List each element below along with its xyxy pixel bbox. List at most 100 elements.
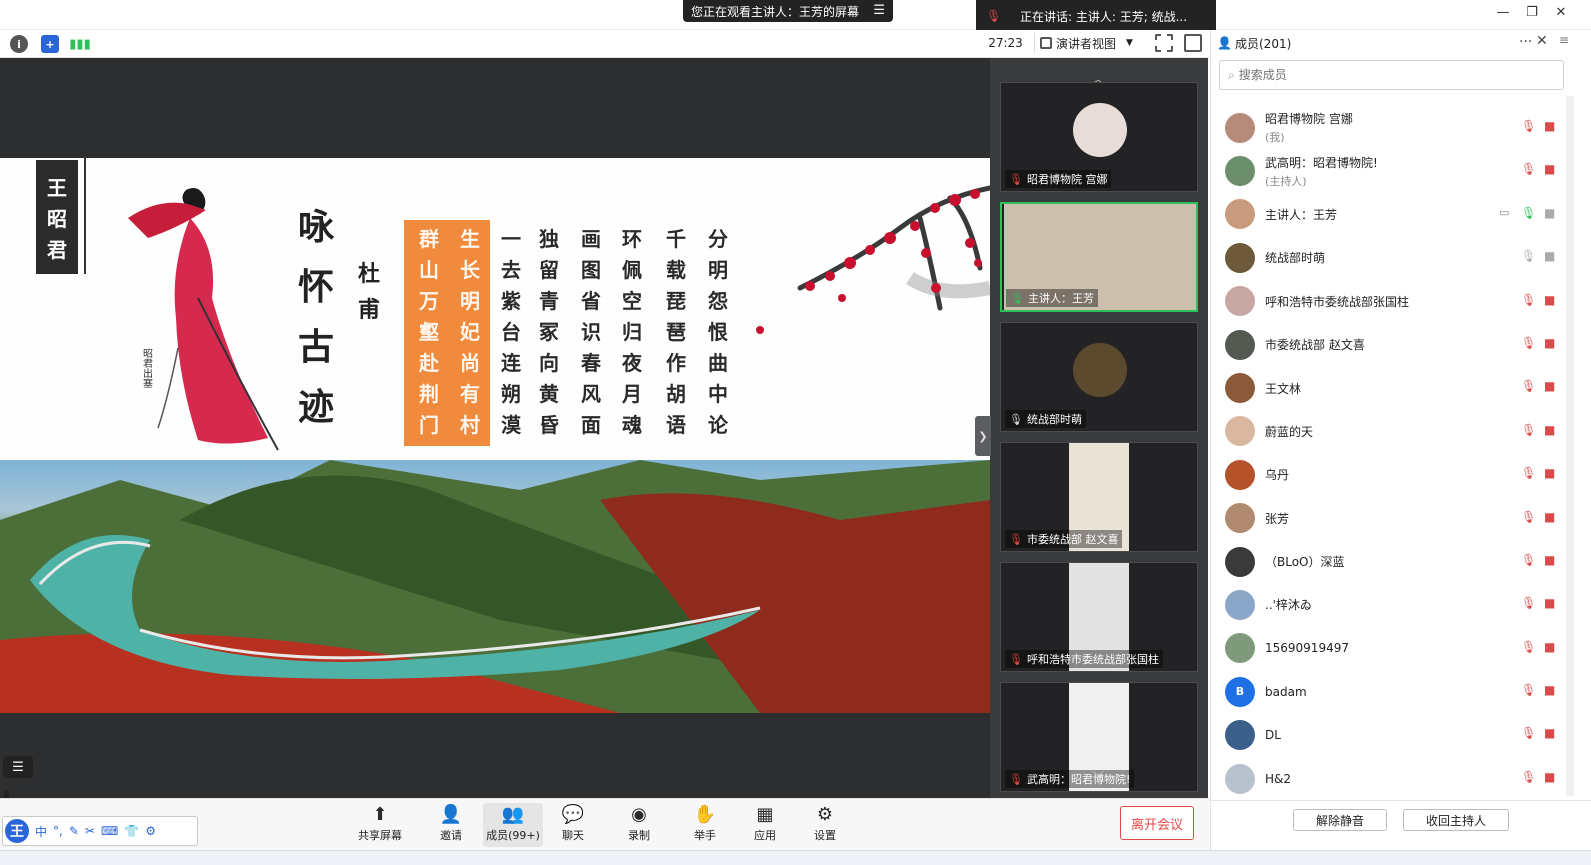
member-row[interactable]: 张芳 🎙 ■ <box>1211 497 1566 540</box>
mic-muted-icon[interactable]: 🎙 <box>1521 726 1536 740</box>
side-menu-icon[interactable]: ≡ <box>1559 33 1569 47</box>
mic-muted-icon[interactable]: 🎙 <box>1521 510 1536 524</box>
mic-muted-icon[interactable]: 🎙 <box>1521 683 1536 697</box>
member-row[interactable]: 市委统战部 赵文喜 🎙 ■ <box>1211 323 1566 366</box>
video-tile[interactable]: 🎙 统战部时萌 <box>1000 322 1198 432</box>
member-row[interactable]: 呼和浩特市委统战部张国柱 🎙 ■ <box>1211 280 1566 323</box>
member-name: 呼和浩特市委统战部张国柱 <box>1265 294 1410 309</box>
member-row[interactable]: （BLoO）深蓝 🎙 ■ <box>1211 540 1566 583</box>
raise-hand-button[interactable]: ✋ 举手 <box>675 803 735 847</box>
share-screen-button[interactable]: ⬆ 共享屏幕 <box>350 803 410 847</box>
video-tile[interactable]: 🎙 主讲人：王芳 <box>1000 202 1198 312</box>
member-row[interactable]: DL 🎙 ■ <box>1211 713 1566 756</box>
member-row[interactable]: Bbadam 🎙 ■ <box>1211 670 1566 713</box>
member-row[interactable]: 蔚蓝的天 🎙 ■ <box>1211 410 1566 453</box>
fullscreen-icon[interactable] <box>1155 34 1173 52</box>
layout-toggle-icon[interactable] <box>1184 34 1202 52</box>
settings-button[interactable]: ⚙ 设置 <box>795 803 855 847</box>
menu-icon[interactable]: ☰ <box>873 3 885 18</box>
camera-off-icon[interactable]: ■ <box>1544 726 1555 740</box>
more-options-icon[interactable]: ··· <box>1519 34 1532 50</box>
collapse-panel-handle[interactable]: ❯ <box>975 416 991 456</box>
leave-meeting-button[interactable]: 离开会议 <box>1120 806 1194 840</box>
keyboard-icon[interactable]: ⌨ <box>101 824 118 838</box>
camera-off-icon[interactable]: ■ <box>1544 162 1555 176</box>
member-search-input[interactable] <box>1238 68 1539 82</box>
camera-off-icon[interactable]: ■ <box>1544 336 1555 350</box>
view-mode-select[interactable]: 演讲者视图 ▼ <box>1040 33 1133 53</box>
camera-off-icon[interactable]: ■ <box>1544 119 1555 133</box>
member-row[interactable]: 王文林 🎙 ■ <box>1211 366 1566 409</box>
mic-muted-icon[interactable]: 🎙 <box>1521 466 1536 480</box>
mic-muted-icon[interactable]: 🎙 <box>1521 596 1536 610</box>
scissors-icon[interactable]: ✂ <box>85 824 95 838</box>
member-row[interactable]: 主讲人：王芳 ▭ 🎙 ■ <box>1211 193 1566 236</box>
list-toggle-icon[interactable]: ☰ <box>3 756 33 778</box>
mic-icon[interactable]: 🎙 <box>1521 206 1536 220</box>
members-button[interactable]: 👥 成员(99+) <box>483 803 543 847</box>
member-list-scrollbar[interactable] <box>1566 96 1574 796</box>
mic-muted-icon[interactable]: 🎙 <box>1521 379 1536 393</box>
camera-off-icon[interactable]: ■ <box>1544 770 1555 784</box>
mic-muted-icon[interactable]: 🎙 <box>1521 162 1536 176</box>
avatar <box>1225 720 1255 751</box>
watching-banner[interactable]: 您正在观看主讲人：王芳的屏幕 ☰ <box>683 0 893 22</box>
ime-logo[interactable]: 王 <box>5 819 29 843</box>
info-icon[interactable]: i <box>10 35 28 53</box>
camera-off-icon[interactable]: ■ <box>1544 249 1555 263</box>
maximize-icon[interactable]: ❐ <box>1522 5 1542 20</box>
ime-mode[interactable]: 中 <box>35 823 47 840</box>
camera-off-icon[interactable]: ■ <box>1544 510 1555 524</box>
shirt-icon[interactable]: 👕 <box>124 824 139 838</box>
video-tile[interactable]: 🎙 呼和浩特市委统战部张国柱 <box>1000 562 1198 672</box>
mic-muted-icon[interactable]: 🎙 <box>1521 770 1536 784</box>
camera-off-icon[interactable]: ■ <box>1544 423 1555 437</box>
chat-button[interactable]: 💬 聊天 <box>543 803 603 847</box>
mic-muted-icon[interactable]: 🎙 <box>1521 553 1536 567</box>
member-name: 蔚蓝的天 <box>1265 424 1314 439</box>
member-text: 王文林 <box>1265 380 1301 397</box>
scroll-down-icon[interactable]: ﹀ <box>1092 768 1104 785</box>
mic-icon[interactable]: 🎙 <box>1521 249 1536 263</box>
apps-button[interactable]: ▦ 应用 <box>735 803 795 847</box>
member-row[interactable]: H&2 🎙 ■ <box>1211 757 1566 800</box>
member-row[interactable]: 昭君博物院 宫娜 (我) 🎙 ■ <box>1211 106 1566 149</box>
mic-muted-icon[interactable]: 🎙 <box>1521 119 1536 133</box>
video-tile[interactable]: 🎙 昭君博物院 宫娜 <box>1000 82 1198 192</box>
member-search[interactable]: ⌕ <box>1219 60 1564 90</box>
record-button[interactable]: ◉ 录制 <box>609 803 669 847</box>
member-row[interactable]: 统战部时萌 🎙 ■ <box>1211 236 1566 279</box>
mic-muted-icon[interactable]: 🎙 <box>1521 423 1536 437</box>
punctuation-icon[interactable]: °, <box>53 824 63 838</box>
unmute-all-button[interactable]: 解除静音 <box>1293 809 1387 831</box>
tile-name: 主讲人：王芳 <box>1027 292 1094 305</box>
camera-off-icon[interactable]: ■ <box>1544 640 1555 654</box>
gear-icon[interactable]: ⚙ <box>145 824 156 838</box>
camera-off-icon[interactable]: ■ <box>1544 206 1555 220</box>
camera-off-icon[interactable]: ■ <box>1544 596 1555 610</box>
camera-off-icon[interactable]: ■ <box>1544 553 1555 567</box>
camera-off-icon[interactable]: ■ <box>1544 683 1555 697</box>
member-text: （BLoO）深蓝 <box>1265 553 1345 570</box>
minimize-icon[interactable]: — <box>1493 5 1513 20</box>
close-panel-icon[interactable]: ✕ <box>1536 33 1548 49</box>
shield-icon[interactable]: + <box>41 35 59 53</box>
camera-off-icon[interactable]: ■ <box>1544 379 1555 393</box>
camera-off-icon[interactable]: ■ <box>1544 293 1555 307</box>
mic-muted-icon[interactable]: 🎙 <box>1521 336 1536 350</box>
member-row[interactable]: 武高明：昭君博物院! (主持人) 🎙 ■ <box>1211 149 1566 192</box>
mic-muted-icon[interactable]: 🎙 <box>1521 293 1536 307</box>
member-row[interactable]: 乌丹 🎙 ■ <box>1211 453 1566 496</box>
mic-muted-icon[interactable]: 🎙 <box>1521 640 1536 654</box>
camera-off-icon[interactable]: ■ <box>1544 466 1555 480</box>
member-row[interactable]: ..'梓沐ゐ 🎙 ■ <box>1211 583 1566 626</box>
signal-bars-icon[interactable]: ▮▮▮ <box>69 35 90 53</box>
close-window-icon[interactable]: ✕ <box>1551 5 1571 20</box>
member-row[interactable]: 15690919497 🎙 ■ <box>1211 627 1566 670</box>
members-panel: 👤 成员(201) ··· ✕ ≡ ⌕ 昭君博物院 宫娜(我)🎙■武高明：昭君博… <box>1210 30 1591 865</box>
video-tile[interactable]: 🎙 市委统战部 赵文喜 <box>1000 442 1198 552</box>
poem-char: 向 <box>539 351 559 375</box>
invite-button[interactable]: 👤 邀请 <box>421 803 481 847</box>
reclaim-host-button[interactable]: 收回主持人 <box>1403 809 1509 831</box>
pen-icon[interactable]: ✎ <box>69 824 79 838</box>
